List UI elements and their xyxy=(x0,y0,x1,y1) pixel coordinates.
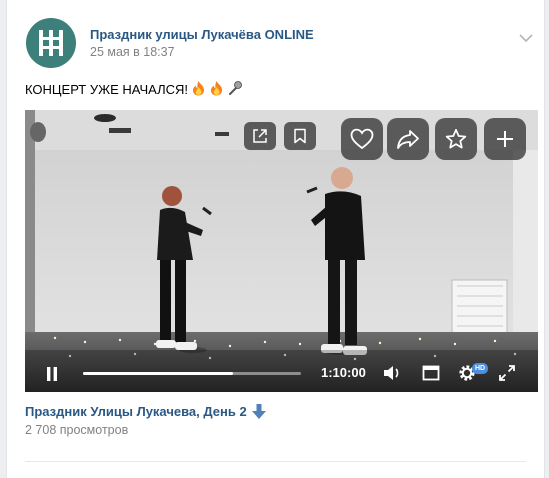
fullscreen-icon[interactable] xyxy=(495,362,519,384)
community-avatar[interactable] xyxy=(26,18,76,68)
hd-badge: HD xyxy=(472,363,489,374)
post-text-content: КОНЦЕРТ УЖЕ НАЧАЛСЯ! xyxy=(25,82,188,97)
plus-icon[interactable] xyxy=(484,118,526,160)
star-icon[interactable] xyxy=(435,118,477,160)
post-date[interactable]: 25 мая в 18:37 xyxy=(90,45,175,59)
video-title-text[interactable]: Праздник Улицы Лукачева, День 2 xyxy=(25,404,247,419)
fire-emoji-icon xyxy=(209,80,224,99)
microphone-emoji-icon xyxy=(227,80,243,99)
post-divider xyxy=(25,461,526,462)
chevron-down-icon[interactable] xyxy=(519,30,533,48)
video-views: 2 708 просмотров xyxy=(25,423,129,437)
repost-arrow-icon[interactable] xyxy=(387,118,429,160)
bookmark-icon[interactable] xyxy=(284,122,316,150)
video-player[interactable]: 1:10:00 HD xyxy=(25,110,538,392)
post-card: Праздник улицы Лукачёва ONLINE 25 мая в … xyxy=(6,0,545,478)
heart-icon[interactable] xyxy=(341,118,383,160)
community-logo-icon xyxy=(39,30,63,56)
video-progress-fill xyxy=(83,372,234,375)
volume-icon[interactable] xyxy=(380,362,404,384)
share-icon[interactable] xyxy=(244,122,276,150)
video-progress-bar[interactable] xyxy=(83,372,301,375)
fire-emoji-icon xyxy=(191,80,206,99)
video-timecode: 1:10:00 xyxy=(321,365,366,380)
pause-icon[interactable] xyxy=(42,364,62,384)
video-title[interactable]: Праздник Улицы Лукачева, День 2 xyxy=(25,404,266,419)
arrow-down-icon[interactable] xyxy=(251,404,266,419)
miniplayer-icon[interactable] xyxy=(419,362,443,384)
post-text: КОНЦЕРТ УЖЕ НАЧАЛСЯ! xyxy=(25,80,243,99)
post-author-link[interactable]: Праздник улицы Лукачёва ONLINE xyxy=(90,27,314,42)
